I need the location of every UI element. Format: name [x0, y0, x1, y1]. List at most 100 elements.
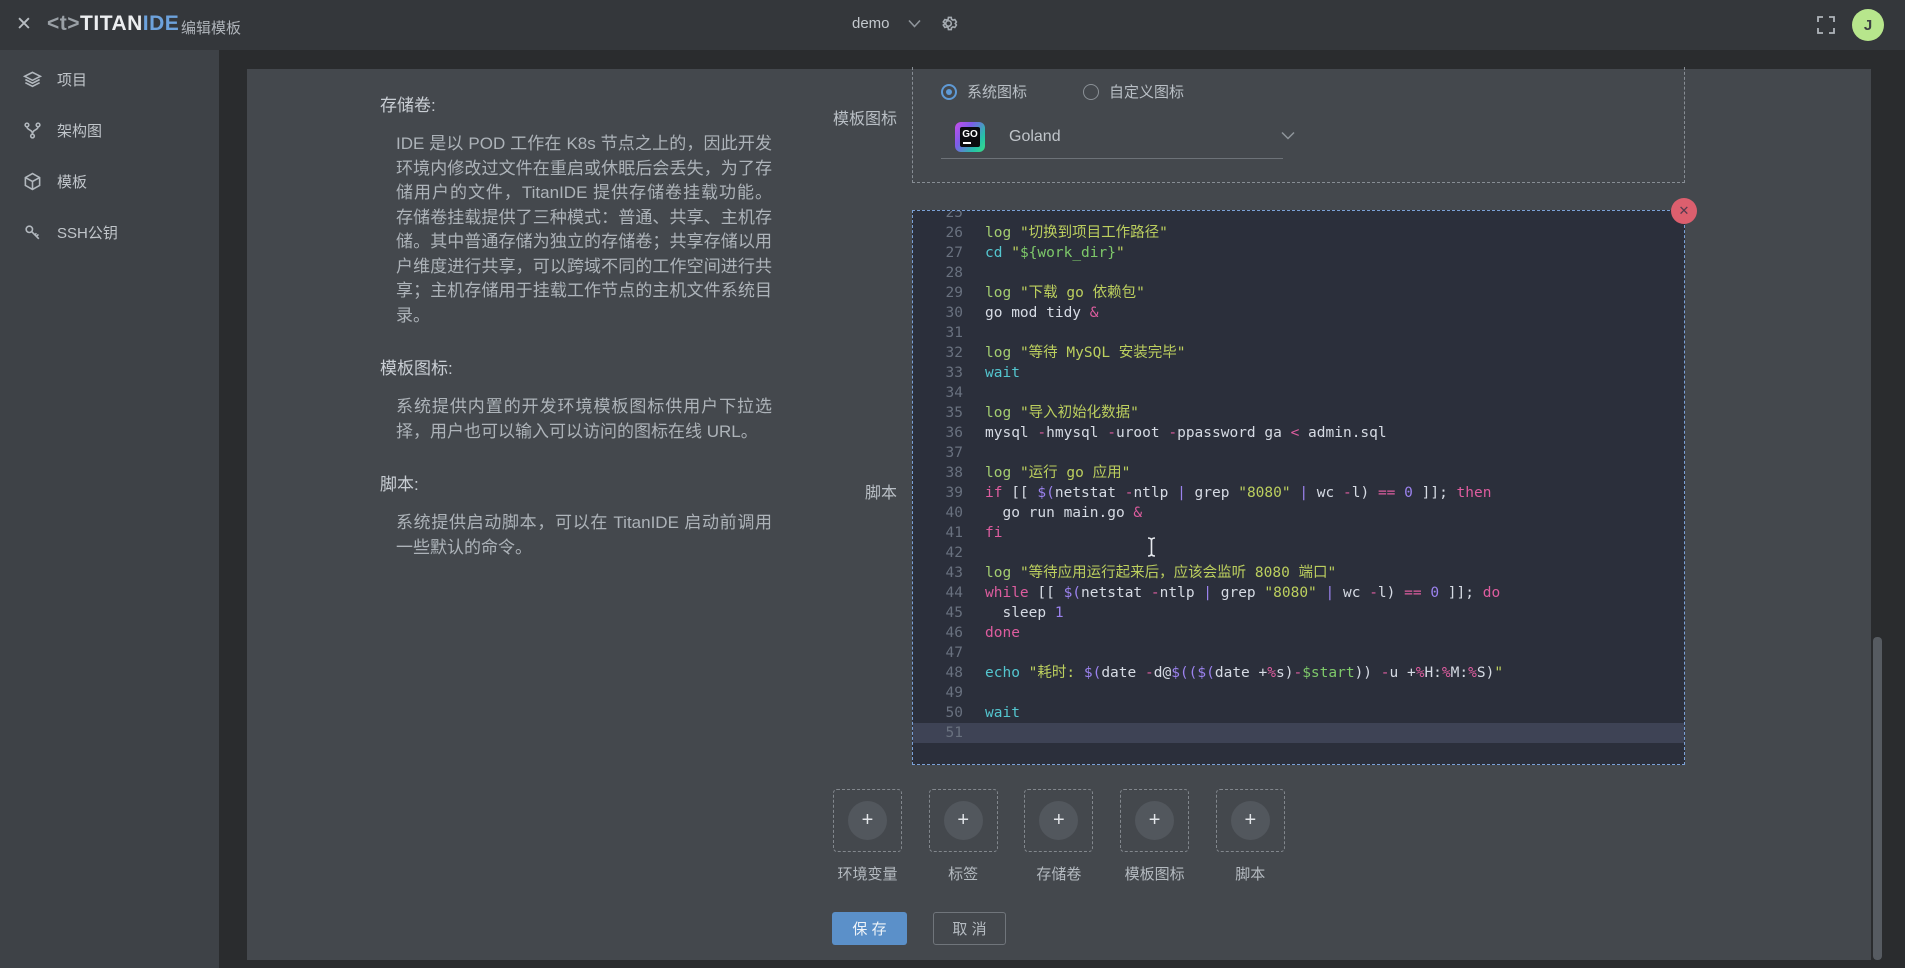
workspace-name[interactable]: demo [852, 15, 890, 32]
code-line-34[interactable]: 34 [913, 383, 1684, 403]
line-number: 31 [913, 323, 963, 343]
line-number: 34 [913, 383, 963, 403]
code-line-42[interactable]: 42 [913, 543, 1684, 563]
code-line-46[interactable]: 46done [913, 623, 1684, 643]
line-number: 28 [913, 263, 963, 283]
line-number: 30 [913, 303, 963, 323]
avatar[interactable]: J [1852, 9, 1884, 41]
line-number: 41 [913, 523, 963, 543]
cube-icon [23, 172, 42, 191]
code-line-44[interactable]: 44while [[ $(netstat -ntlp | grep "8080"… [913, 583, 1684, 603]
plus-icon[interactable]: + [1135, 801, 1174, 840]
code-line-32[interactable]: 32 log "等待 MySQL 安装完毕" [913, 343, 1684, 363]
icon-source-radio-group: 系统图标 自定义图标 [941, 81, 1230, 102]
line-number: 32 [913, 343, 963, 363]
line-content: fi [985, 525, 1002, 541]
app-logo: <t>TITANIDE [47, 12, 179, 36]
add-storage-volume-button[interactable]: +存储卷 [1024, 789, 1093, 852]
line-content: if [[ $(netstat -ntlp | grep "8080" | wc… [985, 485, 1491, 501]
goland-icon: GO [955, 122, 985, 152]
code-line-30[interactable]: 30go mod tidy & [913, 303, 1684, 323]
plus-icon[interactable]: + [944, 801, 983, 840]
workspace-switcher[interactable]: demo [852, 14, 958, 33]
remove-script-icon[interactable]: ✕ [1671, 198, 1697, 224]
code-line-45[interactable]: 45 sleep 1 [913, 603, 1684, 623]
code-line-26[interactable]: 26log "切换到项目工作路径" [913, 223, 1684, 243]
add-box[interactable]: + [1120, 789, 1189, 852]
add-box[interactable]: + [1024, 789, 1093, 852]
code-line-51[interactable]: 51 [913, 723, 1684, 743]
save-button[interactable]: 保 存 [832, 912, 907, 945]
line-number: 40 [913, 503, 963, 523]
custom-icon-radio-label[interactable]: 自定义图标 [1109, 81, 1184, 102]
code-line-31[interactable]: 31 [913, 323, 1684, 343]
branch-icon [23, 121, 42, 140]
line-content: log "运行 go 应用" [985, 465, 1130, 481]
add-script-button[interactable]: +脚本 [1216, 789, 1285, 852]
help-column: 存储卷: IDE 是以 POD 工作在 K8s 节点之上的，因此开发环境内修改过… [380, 91, 772, 586]
line-content: wait [985, 365, 1020, 381]
page-title: 编辑模板 [181, 17, 241, 38]
line-number: 27 [913, 243, 963, 263]
line-content: while [[ $(netstat -ntlp | grep "8080" |… [985, 585, 1500, 601]
code-line-33[interactable]: 33 wait [913, 363, 1684, 383]
code-line-27[interactable]: 27cd "${work_dir}" [913, 243, 1684, 263]
add-labels-button[interactable]: +标签 [929, 789, 998, 852]
add-box[interactable]: + [833, 789, 902, 852]
close-icon[interactable]: ✕ [13, 14, 35, 36]
code-line-37[interactable]: 37 [913, 443, 1684, 463]
plus-icon[interactable]: + [1039, 801, 1078, 840]
line-number: 51 [913, 723, 963, 743]
fullscreen-icon[interactable] [1816, 15, 1836, 35]
code-line-50[interactable]: 50wait [913, 703, 1684, 723]
line-number: 35 [913, 403, 963, 423]
custom-icon-radio[interactable] [1083, 84, 1099, 100]
chevron-down-icon[interactable] [1281, 131, 1295, 140]
line-content: done [985, 625, 1020, 641]
key-icon [23, 223, 42, 242]
code-line-38[interactable]: 38log "运行 go 应用" [913, 463, 1684, 483]
code-line-49[interactable]: 49 [913, 683, 1684, 703]
code-line-40[interactable]: 40 go run main.go & [913, 503, 1684, 523]
code-line-39[interactable]: 39if [[ $(netstat -ntlp | grep "8080" | … [913, 483, 1684, 503]
code-line-35[interactable]: 35log "导入初始化数据" [913, 403, 1684, 423]
sidebar-item-projects[interactable]: 项目 [0, 63, 219, 95]
gear-icon[interactable] [939, 14, 958, 33]
icon-select-value: Goland [1009, 128, 1061, 146]
main-panel: 存储卷: IDE 是以 POD 工作在 K8s 节点之上的，因此开发环境内修改过… [247, 69, 1871, 960]
line-content: go run main.go & [985, 505, 1142, 521]
line-number: 26 [913, 223, 963, 243]
line-number: 50 [913, 703, 963, 723]
chevron-down-icon[interactable] [908, 19, 921, 28]
code-line-36[interactable]: 36mysql -hmysql -uroot -ppassword ga < a… [913, 423, 1684, 443]
code-line-47[interactable]: 47 [913, 643, 1684, 663]
cancel-button[interactable]: 取 消 [933, 912, 1006, 945]
system-icon-radio-label[interactable]: 系统图标 [967, 81, 1027, 102]
add-box[interactable]: + [929, 789, 998, 852]
code-line-29[interactable]: 29log "下载 go 依赖包" [913, 283, 1684, 303]
code-area[interactable]: 2526log "切换到项目工作路径"27cd "${work_dir}"282… [913, 211, 1684, 764]
goland-icon-glyph: GO [960, 127, 980, 147]
script-editor[interactable]: ✕ 2526log "切换到项目工作路径"27cd "${work_dir}"2… [912, 210, 1685, 765]
code-line-28[interactable]: 28 [913, 263, 1684, 283]
system-icon-radio[interactable] [941, 84, 957, 100]
icon-select[interactable]: GO Goland [941, 115, 1283, 159]
line-number: 33 [913, 363, 963, 383]
code-line-25[interactable]: 25 [913, 211, 1684, 223]
line-content: mysql -hmysql -uroot -ppassword ga < adm… [985, 425, 1387, 441]
code-line-48[interactable]: 48echo "耗时: $(date -d@$(($(date +%s)-$st… [913, 663, 1684, 683]
line-content: log "等待 MySQL 安装完毕" [985, 345, 1186, 361]
sidebar-item-architecture[interactable]: 架构图 [0, 114, 219, 146]
sidebar-item-ssh-keys[interactable]: SSH公钥 [0, 216, 219, 248]
add-env-vars-button[interactable]: +环境变量 [833, 789, 902, 852]
add-box[interactable]: + [1216, 789, 1285, 852]
vertical-scrollbar[interactable] [1873, 637, 1882, 960]
plus-icon[interactable]: + [848, 801, 887, 840]
line-number: 42 [913, 543, 963, 563]
add-button-label: 存储卷 [1036, 863, 1081, 884]
sidebar-item-templates[interactable]: 模板 [0, 165, 219, 197]
code-line-41[interactable]: 41 fi [913, 523, 1684, 543]
plus-icon[interactable]: + [1231, 801, 1270, 840]
add-template-icon-button[interactable]: +模板图标 [1120, 789, 1189, 852]
code-line-43[interactable]: 43log "等待应用运行起来后，应该会监听 8080 端口" [913, 563, 1684, 583]
